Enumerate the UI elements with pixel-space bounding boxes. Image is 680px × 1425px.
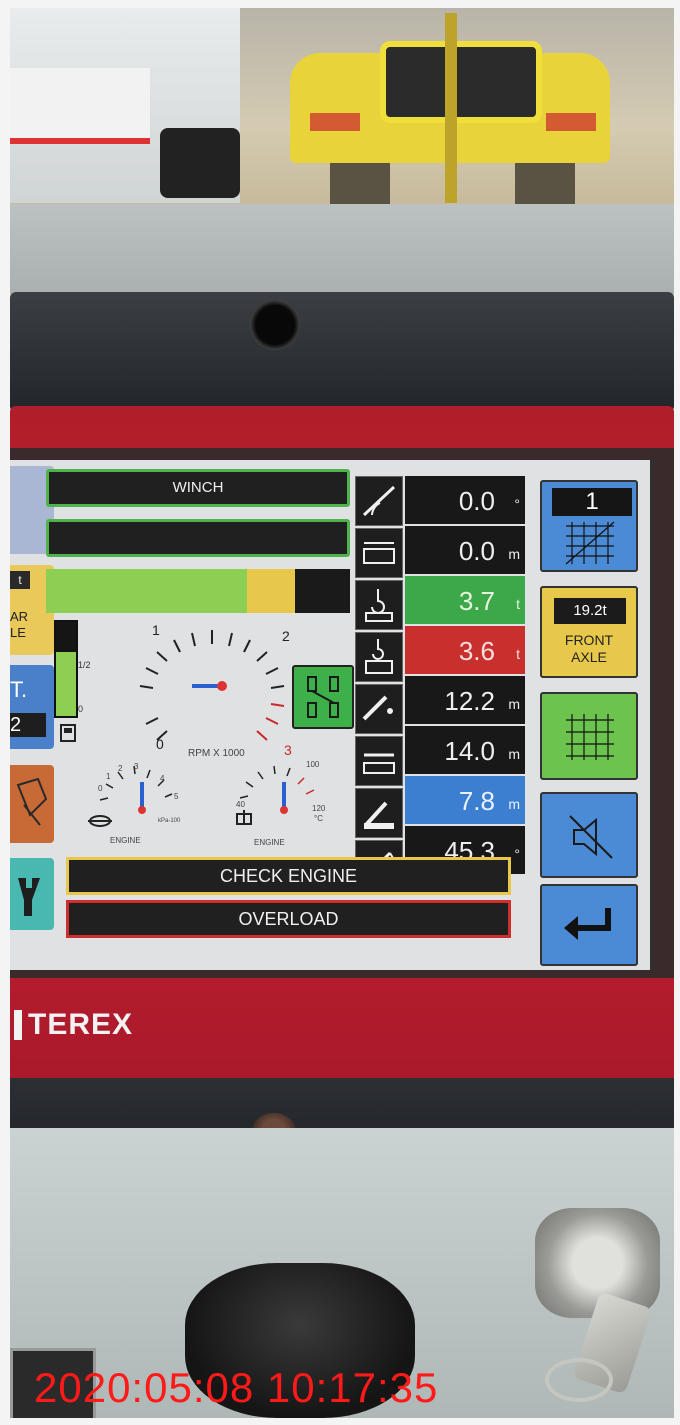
check-engine-alert: CHECK ENGINE	[66, 857, 511, 895]
rpm-caption: RPM X 1000	[188, 748, 245, 759]
lmi-screen: t AR LE T. 2 WINCH 1/2 0 1 2 0 3 RPM X 1…	[10, 460, 654, 970]
front-axle-button[interactable]: 19.2t FRONT AXLE	[540, 586, 638, 678]
console-bezel-top	[10, 292, 674, 412]
temp-caption: ENGINE	[254, 838, 285, 847]
mute-alarm-button[interactable]	[540, 792, 638, 878]
left-axle-line1: AR	[10, 609, 29, 624]
loader-grille	[380, 41, 542, 123]
left-axle-line2: LE	[10, 625, 26, 640]
oil-tick-2: 2	[118, 764, 123, 773]
readout-values: 0.0 ° 0.0 m 3.7 t 3.6 t 12.2 m 14.0 m 7.8 m 45.…	[405, 476, 525, 876]
oil-caption: ENGINE	[110, 836, 141, 845]
fuel-level-bar	[54, 620, 78, 718]
temp-tick-40: 40	[236, 800, 245, 809]
boom-length-readout: 12.2 m	[405, 676, 525, 724]
load-chart-number: 1	[552, 488, 632, 516]
boom-angle-readout: 0.0 °	[405, 476, 525, 524]
hook-max-icon	[355, 632, 403, 682]
oil-unit: kPa-100	[158, 818, 181, 824]
white-truck	[10, 8, 240, 203]
left-button-tools[interactable]	[10, 858, 54, 930]
speaker-mute-icon	[569, 815, 613, 859]
loader-light-left	[310, 113, 360, 131]
oil-can-icon	[88, 815, 112, 827]
front-axle-label: FRONT AXLE	[542, 632, 636, 666]
truck-grill	[10, 68, 150, 144]
oil-tick-3: 3	[134, 762, 139, 771]
slew-icon	[355, 528, 403, 578]
second-banner	[46, 519, 350, 557]
load-bar-green	[46, 569, 247, 613]
half-label: 1/2	[78, 660, 91, 670]
oil-tick-4: 4	[160, 774, 165, 783]
key-ring	[545, 1358, 613, 1402]
slew-readout: 0.0 m	[405, 526, 525, 574]
zero-label: 0	[78, 704, 84, 714]
left-axle-tag: t	[10, 571, 30, 589]
load-indicator-bar	[46, 569, 350, 613]
load-bar-yellow	[246, 569, 296, 613]
wrench-icon	[18, 878, 40, 916]
photo-timestamp: 2020:05:08 10:17:35	[34, 1364, 439, 1411]
radius-icon	[355, 736, 403, 786]
mount-hole-top	[250, 300, 300, 350]
front-axle-label-line1: FRONT	[564, 632, 614, 648]
rpm-tick-0: 0	[156, 736, 164, 752]
fuel-level-empty	[56, 622, 76, 652]
enter-button[interactable]	[540, 884, 638, 966]
hook-load-readout: 3.7 t	[405, 576, 525, 624]
enter-arrow-icon	[564, 908, 611, 940]
brand-name: TEREX	[28, 1008, 134, 1041]
loader-light-right	[546, 113, 596, 131]
radius-readout: 14.0 m	[405, 726, 525, 774]
temp-unit: °C	[314, 814, 323, 823]
fuel-icon	[60, 724, 76, 742]
load-bar-remaining	[295, 569, 350, 613]
left-counterweight-value: 2	[10, 713, 46, 737]
height-icon	[355, 788, 403, 838]
window-shelf	[10, 204, 674, 294]
oil-tick-5: 5	[174, 792, 179, 801]
left-counterweight-label: T.	[10, 677, 28, 702]
oil-tick-1: 1	[106, 772, 111, 781]
readout-icons	[355, 476, 403, 892]
front-axle-label-line2: AXLE	[571, 649, 607, 665]
hook-load-icon	[355, 580, 403, 630]
temp-tick-120: 120	[312, 804, 326, 813]
coolant-icon	[236, 810, 252, 825]
boom-length-icon	[355, 684, 403, 734]
left-button-counterweight[interactable]: T. 2	[10, 665, 54, 749]
terex-brand: TEREX	[14, 1008, 133, 1042]
axle-mode-button[interactable]	[292, 665, 354, 729]
loader-mast	[445, 13, 457, 203]
photo-frame: t AR LE T. 2 WINCH 1/2 0 1 2 0 3 RPM X 1…	[10, 8, 674, 1418]
height-readout: 7.8 m	[405, 776, 525, 824]
loader-tire-left	[330, 163, 390, 208]
terex-logo-icon	[14, 1010, 22, 1040]
temp-tick-100: 100	[306, 760, 320, 769]
load-chart-grid-icon	[565, 521, 615, 565]
overload-alert: OVERLOAD	[66, 900, 511, 938]
left-axle-label: AR LE	[10, 609, 28, 641]
oil-tick-0: 0	[98, 784, 103, 793]
chart-grid-icon	[566, 714, 614, 760]
chart-select-button[interactable]	[540, 692, 638, 780]
rpm-tick-1: 1	[152, 622, 160, 638]
boom-angle-icon	[355, 476, 403, 526]
load-chart-button[interactable]: 1	[540, 480, 638, 572]
front-axle-weight: 19.2t	[554, 598, 626, 624]
winch-banner: WINCH	[46, 469, 350, 507]
loader-tire-right	[515, 163, 575, 208]
axle-steering-icon	[307, 676, 339, 718]
rpm-tick-2: 2	[282, 628, 290, 644]
max-load-readout: 3.6 t	[405, 626, 525, 674]
hoist-icon	[16, 777, 48, 826]
left-button-hoist[interactable]	[10, 765, 54, 843]
truck-wheel	[160, 128, 240, 198]
rpm-tick-3: 3	[284, 742, 292, 758]
yellow-loader	[290, 13, 610, 208]
